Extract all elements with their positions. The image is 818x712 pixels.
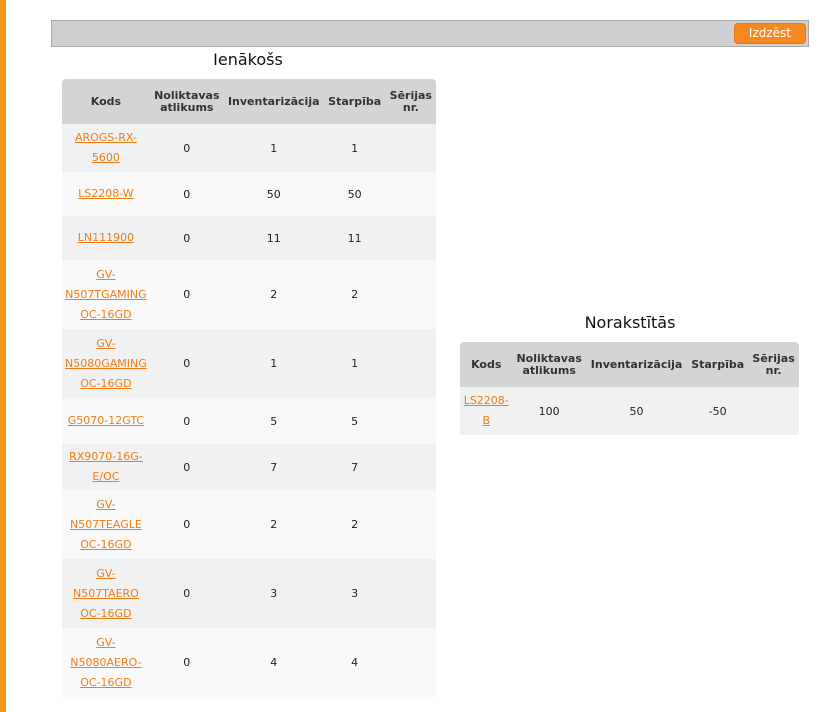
product-code-link[interactable]: LS2208-B — [464, 394, 509, 427]
cell-inventory: 1 — [223, 124, 324, 172]
cell-code: LS2208-B — [460, 387, 513, 435]
cell-serial — [385, 124, 436, 172]
cell-stock: 0 — [149, 398, 224, 444]
cell-code: GV-N5080GAMING OC-16GD — [62, 329, 150, 398]
product-code-link[interactable]: GV-N507TEAGLE OC-16GD — [70, 498, 142, 551]
cell-inventory: 50 — [223, 172, 324, 216]
incoming-table: Kods Noliktavas atlikums Inventarizācija… — [62, 79, 436, 697]
col-header-stock[interactable]: Noliktavas atlikums — [512, 342, 586, 387]
cell-serial — [385, 444, 436, 490]
cell-code: GV-N507TGAMING OC-16GD — [62, 260, 150, 329]
cell-inventory: 3 — [223, 559, 324, 628]
table-row: G5070-12GTC 0 5 5 — [62, 398, 436, 444]
delete-button[interactable]: Izdzēst — [733, 23, 806, 44]
table-row: AROGS-RX-5600 0 1 1 — [62, 124, 436, 172]
table-row: GV-N507TGAMING OC-16GD 0 2 2 — [62, 260, 436, 329]
cell-difference: 2 — [323, 260, 386, 329]
cell-serial — [385, 216, 436, 260]
cell-stock: 0 — [149, 260, 224, 329]
col-header-serial[interactable]: Sērijas nr. — [385, 79, 436, 124]
cell-difference: 7 — [323, 444, 386, 490]
cell-stock: 0 — [149, 216, 224, 260]
cell-difference: 2 — [323, 490, 386, 559]
cell-stock: 100 — [512, 387, 586, 435]
table-row: GV-N507TEAGLE OC-16GD 0 2 2 — [62, 490, 436, 559]
cell-difference: -50 — [687, 387, 749, 435]
cell-stock: 0 — [149, 444, 224, 490]
cell-inventory: 2 — [223, 490, 324, 559]
cell-code: GV-N507TAERO OC-16GD — [62, 559, 150, 628]
cell-difference: 5 — [323, 398, 386, 444]
table-row: GV-N5080AERO-OC-16GD 0 4 4 — [62, 628, 436, 697]
cell-inventory: 7 — [223, 444, 324, 490]
cell-difference: 1 — [323, 124, 386, 172]
toolbar: Izdzēst — [51, 20, 809, 47]
col-header-code[interactable]: Kods — [62, 79, 150, 124]
writtenoff-title: Norakstītās — [584, 313, 676, 332]
product-code-link[interactable]: GV-N507TGAMING OC-16GD — [65, 268, 146, 321]
col-header-inventory[interactable]: Inventarizācija — [223, 79, 324, 124]
cell-serial — [385, 329, 436, 398]
cell-difference: 11 — [323, 216, 386, 260]
cell-serial — [385, 172, 436, 216]
table-row: RX9070-16G-E/OC 0 7 7 — [62, 444, 436, 490]
cell-serial — [385, 628, 436, 697]
col-header-code[interactable]: Kods — [460, 342, 513, 387]
cell-serial — [385, 260, 436, 329]
cell-serial — [385, 398, 436, 444]
product-code-link[interactable]: GV-N507TAERO OC-16GD — [73, 567, 139, 620]
cell-serial — [748, 387, 799, 435]
product-code-link[interactable]: GV-N5080AERO-OC-16GD — [70, 636, 141, 689]
cell-difference: 4 — [323, 628, 386, 697]
product-code-link[interactable]: LN111900 — [78, 231, 134, 244]
cell-code: GV-N5080AERO-OC-16GD — [62, 628, 150, 697]
col-header-difference[interactable]: Starpība — [687, 342, 749, 387]
table-row: LS2208-B 100 50 -50 — [460, 387, 799, 435]
table-row: GV-N507TAERO OC-16GD 0 3 3 — [62, 559, 436, 628]
table-row: LS2208-W 0 50 50 — [62, 172, 436, 216]
cell-stock: 0 — [149, 490, 224, 559]
table-row: LN111900 0 11 11 — [62, 216, 436, 260]
cell-difference: 1 — [323, 329, 386, 398]
left-accent-bar — [0, 0, 6, 712]
col-header-inventory[interactable]: Inventarizācija — [585, 342, 688, 387]
cell-difference: 3 — [323, 559, 386, 628]
cell-code: G5070-12GTC — [62, 398, 150, 444]
cell-code: RX9070-16G-E/OC — [62, 444, 150, 490]
cell-inventory: 2 — [223, 260, 324, 329]
cell-inventory: 50 — [585, 387, 688, 435]
col-header-difference[interactable]: Starpība — [323, 79, 386, 124]
cell-inventory: 1 — [223, 329, 324, 398]
product-code-link[interactable]: AROGS-RX-5600 — [75, 131, 137, 164]
cell-inventory: 4 — [223, 628, 324, 697]
incoming-title: Ienākošs — [213, 50, 283, 69]
cell-serial — [385, 490, 436, 559]
cell-stock: 0 — [149, 124, 224, 172]
cell-stock: 0 — [149, 628, 224, 697]
cell-code: AROGS-RX-5600 — [62, 124, 150, 172]
cell-stock: 0 — [149, 172, 224, 216]
cell-serial — [385, 559, 436, 628]
cell-stock: 0 — [149, 559, 224, 628]
cell-stock: 0 — [149, 329, 224, 398]
product-code-link[interactable]: RX9070-16G-E/OC — [69, 450, 143, 483]
product-code-link[interactable]: G5070-12GTC — [68, 414, 144, 427]
cell-inventory: 11 — [223, 216, 324, 260]
product-code-link[interactable]: LS2208-W — [78, 187, 134, 200]
cell-code: GV-N507TEAGLE OC-16GD — [62, 490, 150, 559]
cell-code: LS2208-W — [62, 172, 150, 216]
table-row: GV-N5080GAMING OC-16GD 0 1 1 — [62, 329, 436, 398]
cell-code: LN111900 — [62, 216, 150, 260]
writtenoff-table: Kods Noliktavas atlikums Inventarizācija… — [460, 342, 799, 435]
product-code-link[interactable]: GV-N5080GAMING OC-16GD — [65, 337, 147, 390]
cell-inventory: 5 — [223, 398, 324, 444]
col-header-serial[interactable]: Sērijas nr. — [748, 342, 799, 387]
cell-difference: 50 — [323, 172, 386, 216]
col-header-stock[interactable]: Noliktavas atlikums — [149, 79, 224, 124]
